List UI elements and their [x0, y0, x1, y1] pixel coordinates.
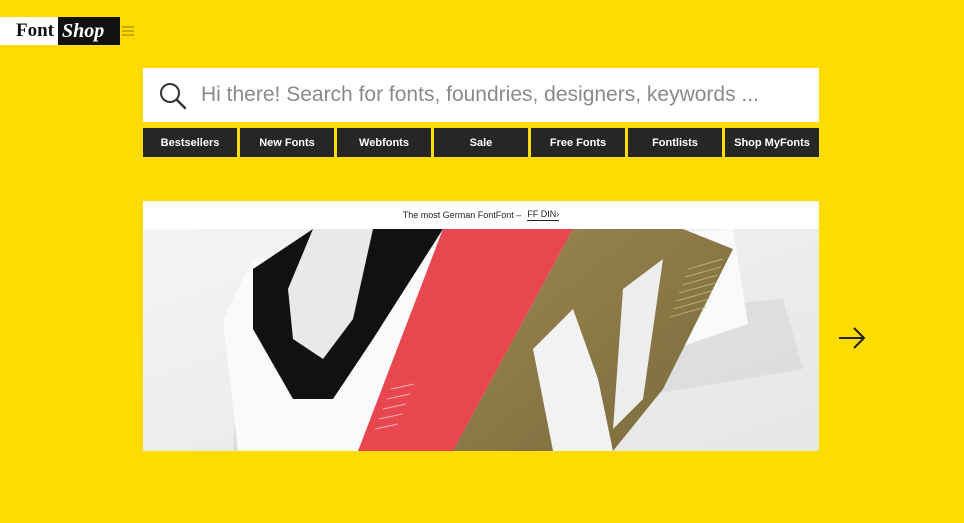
nav-shop-myfonts[interactable]: Shop MyFonts: [725, 128, 819, 157]
main-nav: Bestsellers New Fonts Webfonts Sale Free…: [143, 128, 819, 157]
feature-image: [143, 229, 819, 451]
fontshop-logo[interactable]: Font Shop: [0, 17, 121, 45]
nav-sale[interactable]: Sale: [434, 128, 528, 157]
search-input[interactable]: [201, 76, 801, 114]
nav-bestsellers[interactable]: Bestsellers: [143, 128, 237, 157]
nav-fontlists[interactable]: Fontlists: [628, 128, 722, 157]
feature-caption: The most German FontFont – FF DIN›: [143, 201, 819, 229]
feature-link[interactable]: FF DIN›: [527, 209, 560, 221]
arrow-right-icon[interactable]: [837, 325, 867, 351]
feature-caption-text: The most German FontFont –: [402, 210, 522, 220]
feature-banner[interactable]: The most German FontFont – FF DIN›: [143, 201, 819, 451]
logo-shop-text: Shop: [58, 17, 121, 45]
search-icon[interactable]: [158, 81, 188, 111]
logo-font-text: Font: [0, 17, 58, 45]
nav-webfonts[interactable]: Webfonts: [337, 128, 431, 157]
nav-new-fonts[interactable]: New Fonts: [240, 128, 334, 157]
search-bar: [143, 68, 819, 122]
nav-free-fonts[interactable]: Free Fonts: [531, 128, 625, 157]
menu-icon[interactable]: [122, 26, 134, 36]
